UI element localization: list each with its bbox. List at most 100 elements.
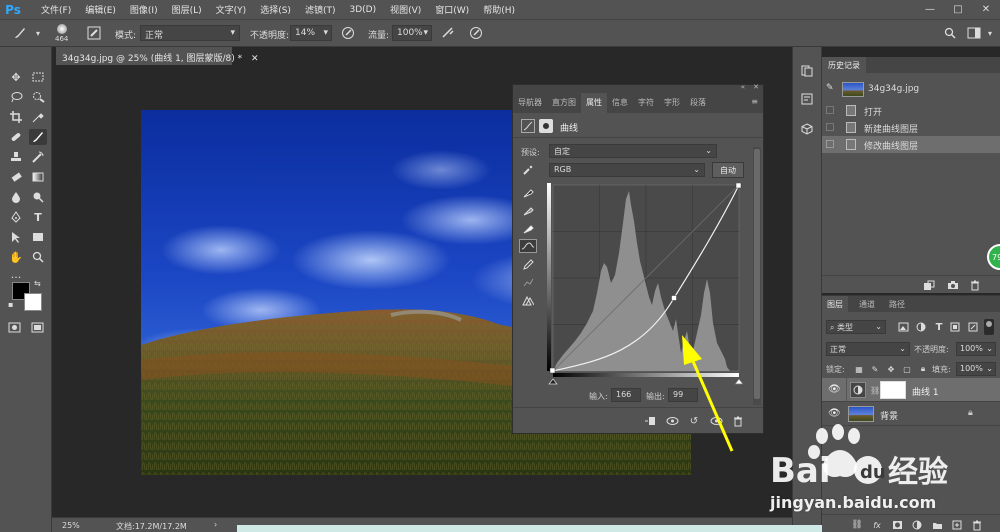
status-menu-arrow-icon[interactable]: ›	[214, 520, 217, 529]
history-snapshot[interactable]: ✎ 34g34g.jpg	[822, 79, 1000, 101]
black-input-slider[interactable]	[548, 378, 558, 385]
black-point-eyedropper-icon[interactable]	[521, 185, 535, 199]
zoom-tool-icon[interactable]	[29, 249, 47, 265]
lock-position-icon[interactable]: ✥	[884, 362, 898, 376]
close-tab-icon[interactable]: ✕	[251, 54, 259, 64]
menu-view[interactable]: 视图(V)	[383, 3, 428, 16]
history-source-checkbox[interactable]	[826, 140, 834, 148]
channel-select[interactable]: RGB ⌄	[549, 163, 705, 177]
history-item[interactable]: 打开	[822, 102, 1000, 119]
new-group-icon[interactable]	[930, 518, 944, 532]
zoom-level[interactable]: 25%	[62, 521, 80, 530]
history-source-checkbox[interactable]	[826, 123, 834, 131]
lasso-tool-icon[interactable]	[7, 89, 25, 105]
lock-transparent-icon[interactable]: ▦	[852, 362, 866, 376]
background-color-swatch[interactable]	[24, 293, 42, 311]
white-point-eyedropper-icon[interactable]	[521, 221, 535, 235]
properties-scrollbar[interactable]	[753, 147, 761, 405]
marquee-tool-icon[interactable]	[29, 69, 47, 85]
layer-mask-thumbnail[interactable]	[880, 381, 906, 399]
smooth-curve-icon[interactable]	[521, 275, 535, 289]
curve-point-black[interactable]	[549, 367, 556, 374]
type-tool-icon[interactable]: T	[29, 209, 47, 225]
tab-glyphs[interactable]: 字形	[659, 93, 685, 113]
curve-point-white[interactable]	[735, 183, 742, 189]
tab-character[interactable]: 字符	[633, 93, 659, 113]
horizontal-scrollbar[interactable]	[237, 525, 822, 532]
menu-help[interactable]: 帮助(H)	[476, 3, 522, 16]
filter-shape-icon[interactable]	[948, 320, 962, 334]
gradient-tool-icon[interactable]	[29, 169, 47, 185]
mask-link-icon[interactable]: ⛓︎	[870, 386, 880, 395]
pressure-size-icon[interactable]	[468, 25, 484, 41]
gray-point-eyedropper-icon[interactable]	[521, 203, 535, 217]
screen-mode-icon[interactable]	[28, 319, 46, 335]
history-source-checkbox[interactable]	[826, 106, 834, 114]
layer-row-curves[interactable]: 👁︎ ⛓︎ 曲线 1	[822, 378, 1000, 402]
brush-tool-icon[interactable]	[29, 129, 47, 145]
history-brush-tool-icon[interactable]	[29, 149, 47, 165]
panel-menu-icon[interactable]: ≡	[746, 93, 763, 113]
quick-selection-tool-icon[interactable]	[29, 89, 47, 105]
healing-brush-tool-icon[interactable]	[7, 129, 25, 145]
menu-layer[interactable]: 图层(L)	[165, 3, 209, 16]
menu-edit[interactable]: 编辑(E)	[78, 3, 123, 16]
3d-panel-icon[interactable]	[800, 122, 814, 136]
tab-layers[interactable]: 图层	[822, 296, 848, 312]
airbrush-icon[interactable]	[440, 25, 456, 41]
add-mask-icon[interactable]	[890, 518, 904, 532]
layer-style-fx-icon[interactable]: fx	[870, 518, 884, 532]
camera-icon[interactable]	[946, 278, 960, 292]
history-item-selected[interactable]: 修改曲线图层	[822, 136, 1000, 153]
curve-points-tool-icon[interactable]	[519, 239, 537, 253]
new-layer-icon[interactable]	[950, 518, 964, 532]
filter-pixel-icon[interactable]	[896, 320, 910, 334]
blur-tool-icon[interactable]	[7, 189, 25, 205]
layer-name[interactable]: 曲线 1	[912, 385, 939, 398]
workspace-icon[interactable]	[966, 25, 982, 41]
panel-grip[interactable]: « ✕	[513, 83, 763, 93]
menu-image[interactable]: 图像(I)	[123, 3, 165, 16]
brush-panel-toggle-icon[interactable]	[86, 25, 102, 41]
trash-icon[interactable]	[968, 278, 982, 292]
collapse-icon[interactable]: «	[741, 83, 745, 91]
menu-window[interactable]: 窗口(W)	[428, 3, 476, 16]
clipping-warning-icon[interactable]	[521, 293, 535, 307]
eraser-tool-icon[interactable]	[7, 169, 25, 185]
history-brush-source-icon[interactable]: ✎	[826, 83, 834, 93]
input-value-field[interactable]: 166	[611, 388, 641, 402]
tab-history[interactable]: 历史记录	[822, 57, 866, 73]
chevron-down-icon[interactable]: ▾	[30, 25, 46, 41]
path-selection-tool-icon[interactable]	[7, 229, 25, 245]
filter-type-icon[interactable]: T	[932, 320, 946, 334]
menu-type[interactable]: 文字(Y)	[209, 3, 254, 16]
document-size-info[interactable]: 文档:17.2M/17.2M	[116, 521, 187, 532]
clip-to-layer-icon[interactable]	[643, 414, 657, 428]
maximize-button[interactable]: □	[944, 0, 972, 19]
close-panel-icon[interactable]: ✕	[753, 83, 759, 91]
chevron-down-icon[interactable]: ▾	[982, 25, 998, 41]
new-adjustment-layer-icon[interactable]	[910, 518, 924, 532]
filter-smart-object-icon[interactable]	[966, 320, 980, 334]
default-colors-icon[interactable]: ▪	[8, 300, 13, 309]
brush-tool-icon[interactable]	[12, 25, 28, 41]
crop-tool-icon[interactable]	[7, 109, 25, 125]
layer-opacity-input[interactable]: 100% ⌄	[956, 342, 996, 356]
menu-3d[interactable]: 3D(D)	[342, 5, 383, 15]
menu-filter[interactable]: 滤镜(T)	[298, 3, 343, 16]
curves-adjustment-icon[interactable]	[521, 119, 535, 133]
swap-colors-icon[interactable]: ⇆	[34, 279, 41, 288]
tab-info[interactable]: 信息	[607, 93, 633, 113]
link-layers-icon[interactable]: ⛓︎	[850, 518, 864, 532]
layer-mask-icon[interactable]	[539, 119, 553, 133]
blend-mode-select[interactable]: 正常 ⌄	[826, 342, 910, 356]
tab-properties[interactable]: 属性	[581, 93, 607, 113]
history-item[interactable]: 新建曲线图层	[822, 119, 1000, 136]
lock-pixels-icon[interactable]: ✎	[868, 362, 882, 376]
auto-button[interactable]: 自动	[712, 162, 744, 178]
new-document-from-state-icon[interactable]	[922, 278, 936, 292]
lock-all-icon[interactable]: 🔒︎	[916, 362, 930, 376]
filter-adjustment-icon[interactable]	[914, 320, 928, 334]
visibility-eye-icon[interactable]: 👁︎	[828, 384, 841, 395]
tab-histogram[interactable]: 直方图	[547, 93, 581, 113]
